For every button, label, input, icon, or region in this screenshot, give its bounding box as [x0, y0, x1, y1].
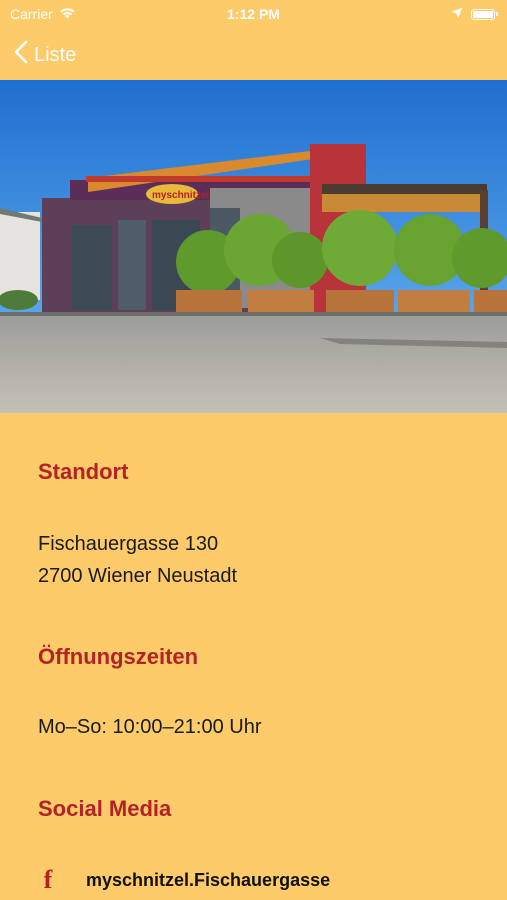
location-arrow-icon — [451, 6, 463, 22]
status-right — [451, 6, 498, 22]
back-button[interactable]: Liste — [14, 40, 76, 70]
restaurant-detail-screen: Carrier 1:12 PM Liste myschnitzel Stando… — [0, 0, 507, 900]
chevron-left-icon — [14, 40, 28, 70]
status-time: 1:12 PM — [227, 6, 280, 22]
location-heading: Standort — [38, 459, 129, 484]
address-city: 2700 Wiener Neustadt — [38, 565, 238, 587]
opening-hours-heading: Öffnungszeiten — [38, 644, 199, 669]
facebook-row[interactable]: f myschnitzel.Fischauergasse — [38, 865, 330, 894]
back-button-label: Liste — [34, 43, 77, 66]
detail-content: Standort Fischauergasse 130 2700 Wiener … — [0, 413, 507, 900]
restaurant-photo: myschnitzel — [0, 80, 507, 413]
battery-icon — [471, 8, 498, 20]
address-street: Fischauergasse 130 — [38, 533, 219, 555]
opening-hours-text: Mo–So: 10:00–21:00 Uhr — [38, 716, 262, 738]
sign-text: myschnitzel — [152, 190, 209, 201]
navigation-bar: Liste — [0, 30, 507, 78]
social-media-heading: Social Media — [38, 796, 172, 821]
address-block: Fischauergasse 130 2700 Wiener Neustadt — [38, 528, 237, 592]
facebook-icon: f — [43, 865, 53, 894]
facebook-link[interactable]: myschnitzel.Fischauergasse — [86, 870, 330, 891]
status-bar: Carrier 1:12 PM — [0, 0, 507, 30]
